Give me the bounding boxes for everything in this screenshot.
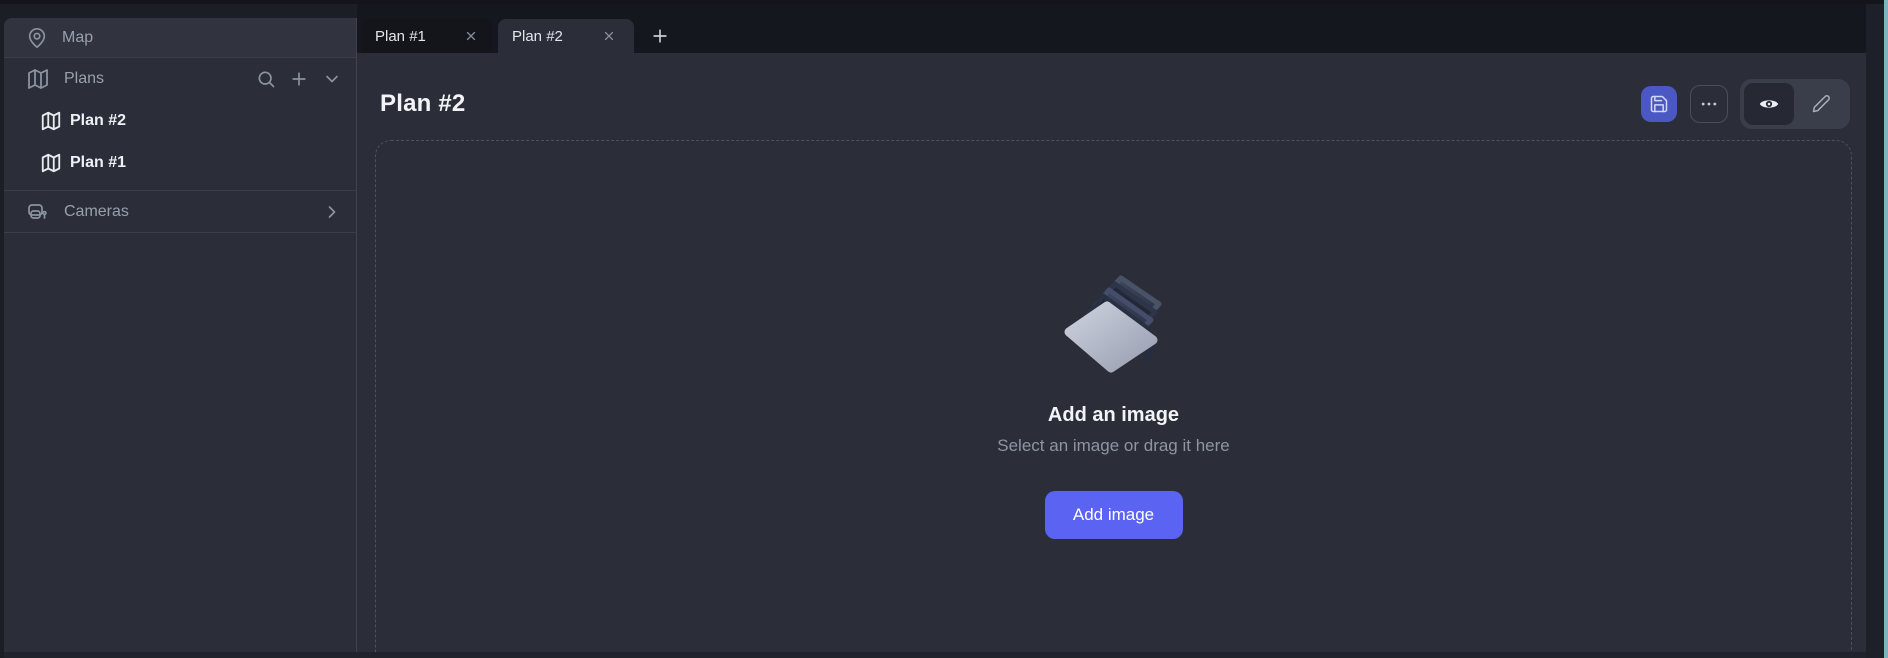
search-icon[interactable] bbox=[256, 69, 276, 89]
chevron-down-icon[interactable] bbox=[322, 69, 342, 89]
edit-mode-button[interactable] bbox=[1796, 83, 1846, 125]
sidebar-item-plan-2[interactable]: Plan #2 bbox=[4, 100, 356, 142]
ellipsis-icon bbox=[1699, 94, 1719, 114]
map-pin-icon bbox=[26, 27, 48, 49]
tab-plan-2[interactable]: Plan #2 bbox=[498, 19, 634, 53]
sidebar-item-label: Plans bbox=[64, 70, 104, 88]
plus-icon[interactable] bbox=[289, 69, 309, 89]
sidebar-item-map[interactable]: Map bbox=[4, 18, 356, 58]
chevron-right-icon[interactable] bbox=[322, 202, 342, 222]
eye-icon bbox=[1758, 93, 1780, 115]
map-icon bbox=[40, 152, 62, 174]
sidebar-item-cameras[interactable]: Cameras bbox=[4, 191, 356, 233]
window-right-edge bbox=[1884, 0, 1888, 658]
open-folder-illustration bbox=[1055, 264, 1173, 376]
map-icon bbox=[26, 67, 50, 91]
new-tab-button[interactable] bbox=[650, 26, 670, 46]
sidebar-item-plans[interactable]: Plans bbox=[4, 58, 356, 100]
sidebar-item-label: Map bbox=[62, 29, 93, 47]
save-button[interactable] bbox=[1641, 86, 1677, 122]
image-dropzone[interactable]: Add an image Select an image or drag it … bbox=[375, 140, 1852, 652]
sidebar-item-plan-1[interactable]: Plan #1 bbox=[4, 142, 356, 184]
sidebar-item-label: Plan #2 bbox=[70, 112, 126, 130]
header-actions bbox=[1641, 79, 1850, 129]
more-options-button[interactable] bbox=[1690, 85, 1728, 123]
page-header: Plan #2 bbox=[357, 53, 1866, 140]
sidebar: Map Plans bbox=[4, 18, 357, 652]
tab-bar: Plan #1 Plan #2 bbox=[357, 0, 1866, 53]
window-top-edge bbox=[0, 0, 1888, 4]
map-icon bbox=[40, 110, 62, 132]
page-title: Plan #2 bbox=[380, 90, 465, 118]
view-mode-toggle bbox=[1740, 79, 1850, 129]
tab-plan-1[interactable]: Plan #1 bbox=[362, 19, 492, 53]
camera-icon bbox=[26, 200, 50, 224]
dropzone-title: Add an image bbox=[1048, 404, 1179, 427]
tab-label: Plan #1 bbox=[375, 28, 426, 45]
save-icon bbox=[1649, 94, 1669, 114]
add-image-button[interactable]: Add image bbox=[1045, 491, 1183, 539]
pencil-icon bbox=[1811, 94, 1831, 114]
tab-label: Plan #2 bbox=[512, 28, 563, 45]
close-icon[interactable] bbox=[464, 29, 478, 43]
sidebar-item-label: Cameras bbox=[64, 203, 129, 221]
window-bottom-edge bbox=[4, 652, 1866, 658]
sidebar-item-label: Plan #1 bbox=[70, 154, 126, 172]
close-icon[interactable] bbox=[602, 29, 616, 43]
view-mode-button[interactable] bbox=[1744, 83, 1794, 125]
main-content: Plan #2 bbox=[357, 53, 1866, 652]
dropzone-subtitle: Select an image or drag it here bbox=[997, 436, 1229, 456]
scrollbar-gutter[interactable] bbox=[1866, 0, 1884, 658]
